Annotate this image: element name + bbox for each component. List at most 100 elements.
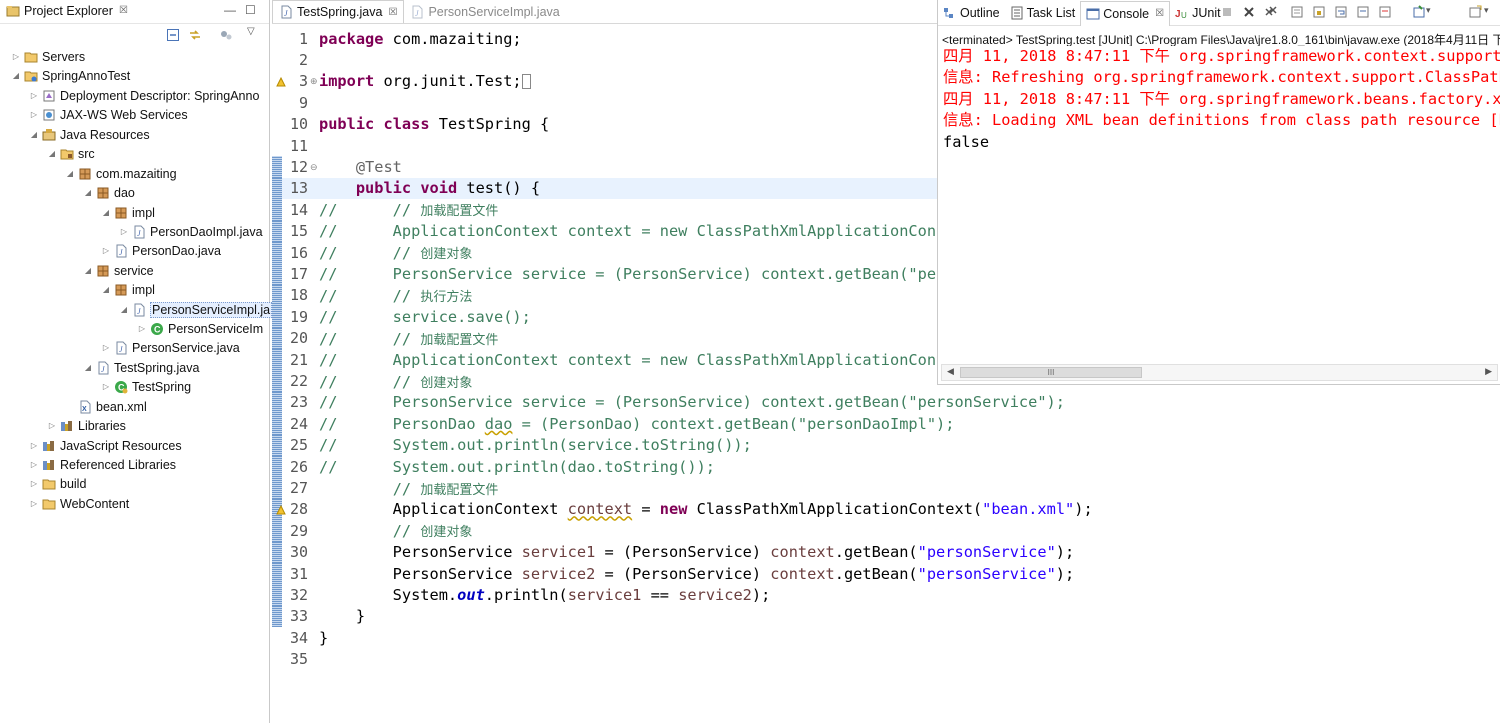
code-line[interactable]: 30 PersonService service1 = (PersonServi… [272,541,1500,563]
expand-icon[interactable]: ▷ [10,52,22,61]
fold-toggle-icon[interactable]: ⊕ [310,76,318,87]
warning-icon[interactable] [276,76,286,87]
code-line[interactable]: 32 System.out.println(service1 == servic… [272,584,1500,606]
expand-icon[interactable]: ▷ [46,421,58,430]
tree-item[interactable]: ▷ J PersonDao.java [100,241,221,260]
maximize-icon[interactable]: ☐ [245,3,256,17]
tree-item[interactable]: ◢ src [46,144,95,163]
tree-item[interactable]: Xbean.xml [64,397,147,416]
code-line[interactable]: 25 // System.out.println(service.toString… [272,434,1500,456]
expand-icon[interactable]: ▷ [28,460,40,469]
scrollbar-thumb[interactable]: III [960,367,1142,378]
tree-item[interactable]: ▷ JavaScript Resources [28,436,182,455]
tree-item[interactable]: ▷ Deployment Descriptor: SpringAnno [28,86,259,105]
close-icon[interactable]: ☒ [1155,8,1164,19]
tree-item[interactable]: ▷ J PersonService.java [100,338,240,357]
terminate-icon[interactable] [1220,5,1234,19]
clear-console-icon[interactable] [1290,5,1304,19]
tree-item[interactable]: ◢ J TestSpring.java [82,358,200,377]
change-marker [272,177,282,200]
tab-junit[interactable]: JU JUnit [1170,2,1225,24]
chevron-down-icon[interactable]: ▾ [1426,5,1440,19]
collapse-icon[interactable]: ◢ [100,208,112,217]
collapse-icon[interactable]: ◢ [82,266,94,275]
collapse-icon[interactable]: ◢ [82,188,94,197]
tree-item[interactable]: ▷ J PersonDaoImpl.java [118,222,263,241]
collapse-icon[interactable]: ◢ [10,71,22,80]
show-when-stdout-icon[interactable] [1356,5,1370,19]
code-line[interactable]: 26 // System.out.println(dao.toString()); [272,456,1500,478]
expand-icon[interactable]: ▷ [28,441,40,450]
fold-toggle-icon[interactable]: ⊖ [310,162,318,173]
close-icon[interactable]: ☒ [119,5,128,16]
console-horizontal-scrollbar[interactable]: ◀ III ▶ [941,364,1498,381]
tree-item[interactable]: ▷ Libraries [46,416,126,435]
tab-task-list[interactable]: Task List [1005,2,1081,24]
close-icon[interactable]: ☒ [388,7,397,18]
expand-icon[interactable]: ▷ [28,110,40,119]
console-output[interactable]: 四月 11, 2018 8:47:11 下午 org.springframewo… [938,46,1500,153]
focus-icon[interactable] [219,28,233,42]
expand-icon[interactable]: ▷ [100,246,112,255]
tree-item[interactable]: ◢ com.mazaiting [64,164,177,183]
collapse-icon[interactable]: ◢ [82,363,94,372]
collapse-icon[interactable]: ◢ [100,285,112,294]
remove-all-terminated-icon[interactable] [1264,5,1278,19]
tab-outline[interactable]: Outline [938,2,1005,24]
expand-icon[interactable]: ▷ [28,91,40,100]
tree-item[interactable]: ▷ Servers [10,47,85,66]
minimize-icon[interactable]: — [224,3,236,17]
code-line[interactable]: 31 PersonService service2 = (PersonServi… [272,563,1500,585]
pin-console-icon[interactable] [1412,5,1426,19]
expand-icon[interactable]: ▷ [28,499,40,508]
expand-icon[interactable]: ▷ [136,324,148,333]
tab-personserviceimpl-java[interactable]: J PersonServiceImpl.java [404,0,565,23]
tree-item[interactable]: ◢ Java Resources [28,125,150,144]
tree-item[interactable]: ◢ dao [82,183,135,202]
collapse-icon[interactable]: ◢ [46,149,58,158]
code-line[interactable]: 29 // 创建对象 [272,520,1500,542]
tree-item[interactable]: ◢ service [82,261,154,280]
expand-icon[interactable]: ▷ [100,343,112,352]
tree-item[interactable]: ▷ WebContent [28,494,129,513]
code-line[interactable]: 23 // PersonService service = (PersonServ… [272,391,1500,414]
warning-icon[interactable] [276,504,286,515]
tree-item[interactable]: ◢ impl [100,280,155,299]
code-line[interactable]: 35 [272,649,1500,670]
collapse-icon[interactable]: ◢ [118,305,130,314]
scroll-right-icon[interactable]: ▶ [1485,366,1492,377]
tab-project-explorer[interactable]: Project Explorer ☒ [0,1,134,23]
expand-icon[interactable]: ▷ [100,382,112,391]
show-when-stderr-icon[interactable] [1378,5,1392,19]
view-menu-icon[interactable]: ▽ [247,26,255,37]
code-line[interactable]: 24 // PersonDao dao = (PersonDao) context… [272,413,1500,435]
expand-icon[interactable]: ▷ [118,227,130,236]
code-line[interactable]: 27 // 加载配置文件 [272,477,1500,499]
open-console-icon[interactable] [1468,5,1482,19]
tree-item[interactable]: ◢ SpringAnnoTest [10,66,130,85]
tab-testspring-java[interactable]: J TestSpring.java ☒ [272,0,405,23]
tree-item[interactable]: ▷ Referenced Libraries [28,455,176,474]
code-line[interactable]: 34} [272,627,1500,648]
tab-console[interactable]: Console ☒ [1080,0,1171,26]
tree-item[interactable]: ▷ JAX-WS Web Services [28,105,188,124]
scroll-left-icon[interactable]: ◀ [947,366,954,377]
tree-item[interactable]: ▷ C PersonServiceIm [136,319,263,338]
tree-item[interactable]: ▷ build [28,474,87,493]
tree-item[interactable]: ◢ J PersonServiceImpl.ja [118,300,273,319]
code-line[interactable]: 33 } [272,605,1500,628]
code-line[interactable]: 28 ApplicationContext context = new Clas… [272,498,1500,521]
word-wrap-icon[interactable] [1334,5,1348,19]
collapse-all-icon[interactable] [166,28,180,42]
scroll-lock-icon[interactable] [1312,5,1326,19]
tree-item[interactable]: ◢ impl [100,203,155,222]
collapse-icon[interactable]: ◢ [28,130,40,139]
link-with-editor-icon[interactable] [188,28,202,42]
change-marker [272,541,282,563]
change-marker [272,306,282,328]
remove-launch-icon[interactable] [1242,5,1256,19]
collapse-icon[interactable]: ◢ [64,169,76,178]
expand-icon[interactable]: ▷ [28,479,40,488]
tree-item[interactable]: ▷ C TestSpring [100,377,191,396]
chevron-down-icon[interactable]: ▾ [1484,5,1498,19]
